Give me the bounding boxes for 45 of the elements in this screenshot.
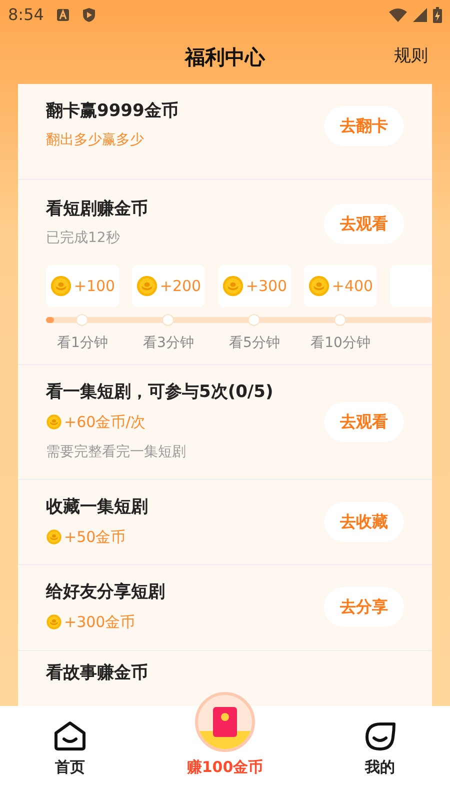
nav-tab[interactable]: 赚100金币	[170, 756, 280, 778]
reward-amount: +300金币	[64, 612, 136, 633]
nav-tab[interactable]: 我的	[340, 720, 420, 778]
coin-icon	[136, 275, 158, 297]
reward-amount: +60金币/次	[64, 412, 146, 433]
task-title: 翻卡赢9999金币	[46, 100, 178, 122]
reward-amount: +200	[160, 276, 202, 297]
task-subtitle: 翻出多少赢多少	[46, 131, 145, 150]
task-subtitle: 已完成12秒	[46, 229, 121, 248]
task-note: 需要完整看完一集短剧	[46, 442, 187, 462]
home-icon	[53, 720, 87, 752]
task-button[interactable]: 去观看	[324, 402, 404, 442]
coin-icon	[46, 414, 62, 430]
task-title: 看短剧赚金币	[46, 198, 148, 220]
task-button[interactable]: 去收藏	[324, 502, 404, 542]
keyboard-app-icon	[56, 8, 70, 22]
reward-amount: +50金币	[64, 526, 126, 548]
task-title: 看故事赚金币	[46, 662, 149, 682]
coin-icon	[46, 528, 62, 545]
page-title: 福利中心	[185, 44, 265, 71]
status-time: 8:54	[8, 4, 44, 26]
task-button[interactable]: 去翻卡	[324, 106, 404, 146]
coin-icon	[50, 275, 72, 297]
milestone-label: 看1分钟	[57, 334, 108, 353]
coin-icon	[222, 275, 244, 297]
milestone-label: 看10分钟	[310, 334, 370, 353]
task-button[interactable]: 去观看	[324, 204, 404, 244]
signal-icon	[413, 8, 427, 22]
reward-amount: +400	[332, 276, 374, 297]
rules-link[interactable]: 规则	[394, 44, 428, 70]
reward-amount: +300	[246, 276, 288, 297]
nav-tab[interactable]: 首页	[30, 720, 110, 778]
task-title: 看一集短剧，可参与5次(0/5)	[46, 381, 274, 403]
coin-icon	[308, 275, 330, 297]
reward-amount: +100	[74, 276, 116, 297]
task-button[interactable]: 去分享	[324, 587, 404, 628]
smiley-icon	[363, 720, 397, 752]
task-title: 给好友分享短剧	[46, 581, 165, 603]
coin-icon	[46, 614, 62, 630]
wifi-icon	[389, 8, 407, 22]
milestone-label: 看3分钟	[143, 334, 194, 353]
battery-icon	[433, 7, 442, 23]
shield-icon	[82, 7, 96, 23]
task-title: 收藏一集短剧	[46, 496, 148, 518]
milestone-label: 看5分钟	[229, 334, 280, 353]
